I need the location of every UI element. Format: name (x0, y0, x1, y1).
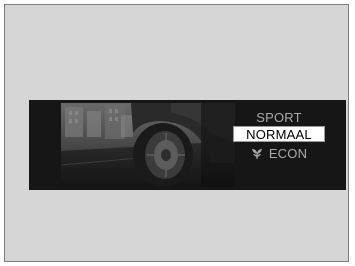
tire-road-illustration (61, 103, 235, 187)
drive-mode-menu: SPORT NORMAAL ECON (219, 107, 339, 183)
mode-econ-label: ECON (268, 146, 308, 161)
figure-frame: SPORT NORMAAL ECON (4, 4, 349, 262)
leaf-icon (251, 149, 262, 159)
mode-sport-label: SPORT (256, 110, 302, 125)
mode-sport: SPORT (219, 109, 339, 127)
mode-normal-selected: NORMAAL (219, 126, 339, 144)
tire-road-image (61, 103, 235, 187)
drive-mode-screen: SPORT NORMAAL ECON (29, 100, 346, 190)
mode-normal-label: NORMAAL (246, 127, 312, 142)
mode-econ: ECON (219, 145, 339, 163)
